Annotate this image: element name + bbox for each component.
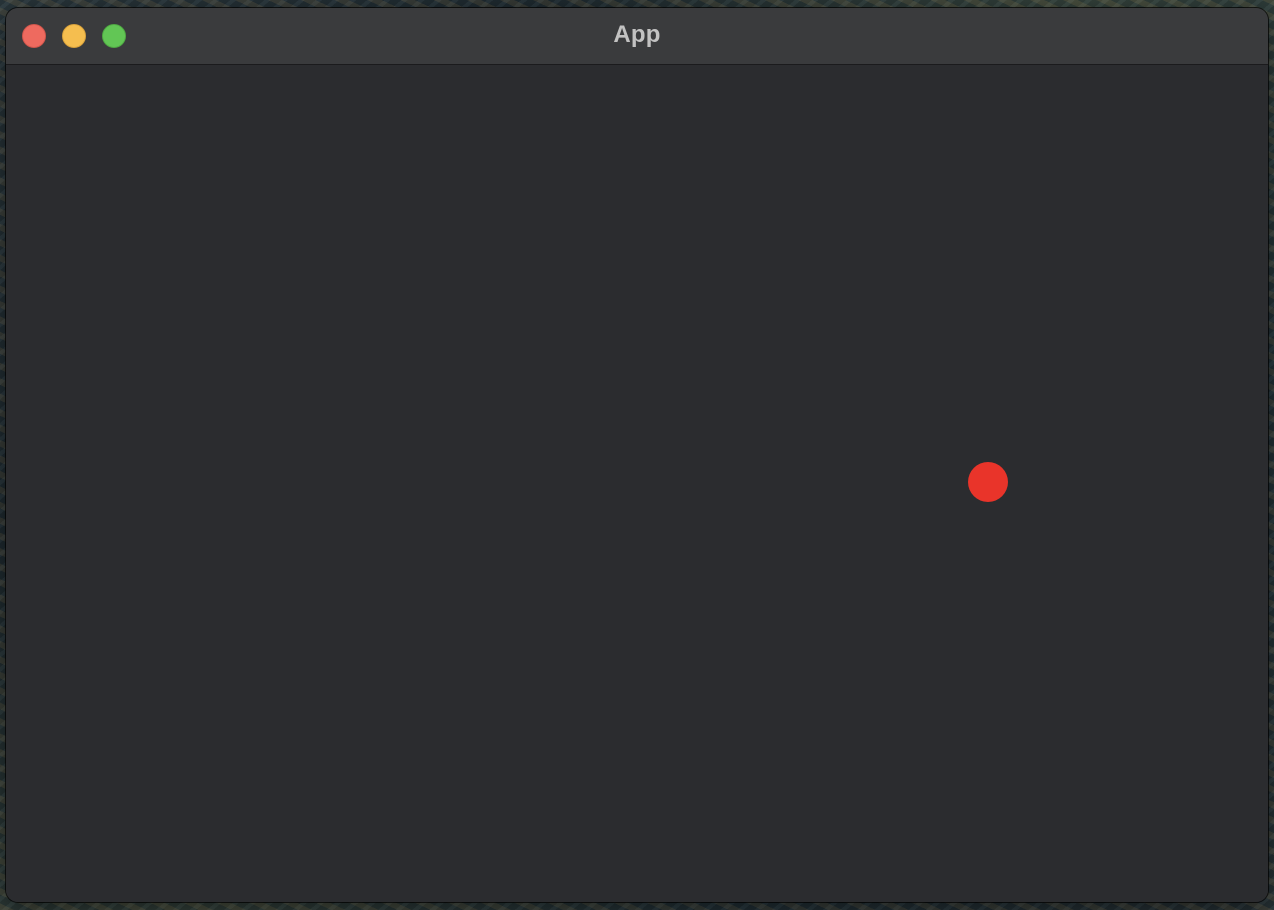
title-bar[interactable]: App <box>6 8 1268 65</box>
app-window: App <box>6 8 1268 902</box>
red-dot[interactable] <box>968 462 1008 502</box>
window-title: App <box>613 21 661 48</box>
content-area[interactable] <box>6 65 1268 902</box>
